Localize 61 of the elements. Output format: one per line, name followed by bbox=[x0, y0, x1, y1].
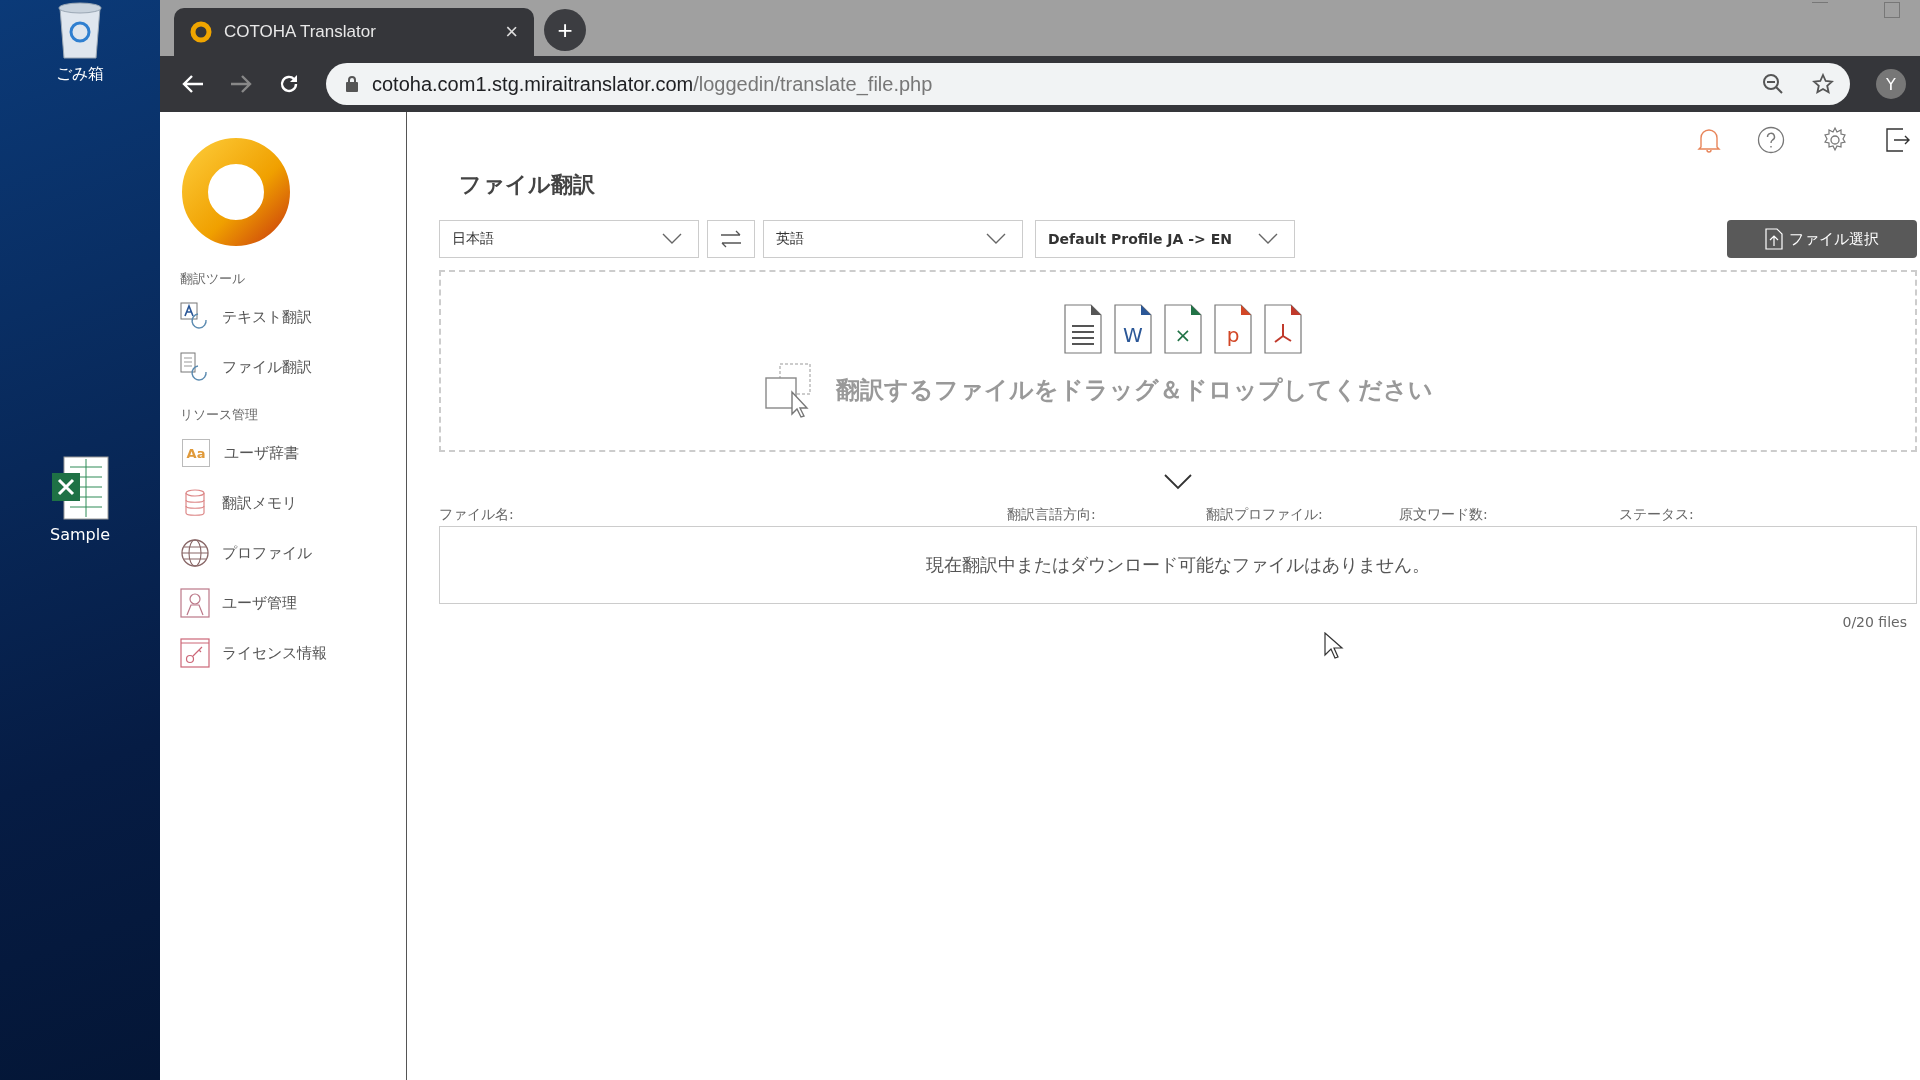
sidebar-item[interactable]: プロファイル bbox=[180, 528, 406, 578]
column-header: ステータス: bbox=[1619, 506, 1695, 524]
key-card-icon bbox=[180, 638, 210, 668]
sidebar-item[interactable]: ライセンス情報 bbox=[180, 628, 406, 678]
sidebar-item[interactable]: ファイル翻訳 bbox=[180, 342, 406, 392]
swap-arrows-icon bbox=[720, 230, 742, 248]
empty-message: 現在翻訳中またはダウンロード可能なファイルはありません。 bbox=[926, 553, 1430, 577]
bell-icon[interactable] bbox=[1697, 127, 1721, 153]
file-translate-icon bbox=[180, 352, 210, 382]
sidebar-section-title: リソース管理 bbox=[180, 406, 259, 424]
desktop-icon-label: ごみ箱 bbox=[56, 64, 104, 85]
word-file-icon: W bbox=[1114, 304, 1152, 354]
reload-icon[interactable] bbox=[278, 73, 300, 95]
chevron-down-icon bbox=[1258, 233, 1278, 245]
text-translate-icon bbox=[180, 302, 210, 332]
file-count: 0/20 files bbox=[1842, 614, 1907, 630]
logout-icon[interactable] bbox=[1885, 127, 1911, 153]
forward-arrow-icon[interactable] bbox=[230, 74, 252, 94]
column-header: 翻訳プロファイル: bbox=[1206, 506, 1324, 524]
globe-icon bbox=[180, 538, 210, 568]
excel-file-icon: × bbox=[1164, 304, 1202, 354]
chevron-down-icon[interactable] bbox=[1164, 474, 1192, 490]
sidebar-item[interactable]: ユーザ管理 bbox=[180, 578, 406, 628]
tab-title: COTOHA Translator bbox=[224, 22, 377, 42]
desktop-icon-label: Sample bbox=[50, 525, 110, 544]
target-language-dropdown[interactable]: 英語 bbox=[763, 220, 1023, 258]
new-tab-button[interactable]: + bbox=[544, 9, 586, 51]
column-header: 原文ワード数: bbox=[1399, 506, 1489, 524]
drag-drop-icon bbox=[763, 362, 814, 418]
dictionary-icon: Aa bbox=[182, 439, 210, 467]
chevron-down-icon bbox=[662, 233, 682, 245]
drop-instruction: 翻訳するファイルをドラッグ＆ドロップしてください bbox=[835, 375, 1433, 406]
ppt-file-icon: p bbox=[1214, 304, 1252, 354]
zoom-out-icon[interactable] bbox=[1762, 73, 1784, 95]
back-arrow-icon[interactable] bbox=[182, 74, 204, 94]
browser-tab[interactable]: COTOHA Translator × bbox=[174, 8, 534, 56]
help-icon[interactable] bbox=[1757, 126, 1785, 154]
sidebar-item[interactable]: 翻訳メモリ bbox=[180, 478, 406, 528]
user-icon bbox=[180, 588, 210, 618]
profile-avatar[interactable]: Y bbox=[1876, 69, 1906, 99]
address-bar[interactable]: cotoha.com1.stg.miraitranslator.com/loggedin/translate_file.php bbox=[326, 63, 1850, 105]
upload-file-icon bbox=[1765, 228, 1783, 250]
ring-logo-icon bbox=[190, 21, 212, 43]
lock-icon bbox=[346, 76, 358, 92]
profile-dropdown[interactable]: Default Profile JA -> EN bbox=[1035, 220, 1295, 258]
file-select-button[interactable]: ファイル選択 bbox=[1727, 220, 1917, 258]
close-tab-button[interactable]: × bbox=[501, 19, 522, 45]
file-drop-zone[interactable]: W × p 翻訳するファイルをドラッグ＆ドロップしてください bbox=[439, 270, 1917, 452]
column-header: ファイル名: bbox=[439, 506, 515, 524]
star-icon[interactable] bbox=[1812, 73, 1834, 95]
swap-languages-button[interactable] bbox=[707, 220, 755, 258]
url-text: cotoha.com1.stg.miraitranslator.com/loggedin/translate_file.php bbox=[372, 72, 934, 96]
column-header: 翻訳言語方向: bbox=[1007, 506, 1097, 524]
spreadsheet-file-icon[interactable] bbox=[50, 455, 110, 521]
sidebar-section-title: 翻訳ツール bbox=[180, 270, 246, 288]
sidebar-item[interactable]: テキスト翻訳 bbox=[180, 292, 406, 342]
sidebar-item[interactable]: Aa ユーザ辞書 bbox=[180, 428, 406, 478]
mouse-pointer-icon bbox=[1324, 632, 1344, 660]
source-language-dropdown[interactable]: 日本語 bbox=[439, 220, 699, 258]
page-title: ファイル翻訳 bbox=[459, 171, 596, 199]
chevron-down-icon bbox=[986, 233, 1006, 245]
